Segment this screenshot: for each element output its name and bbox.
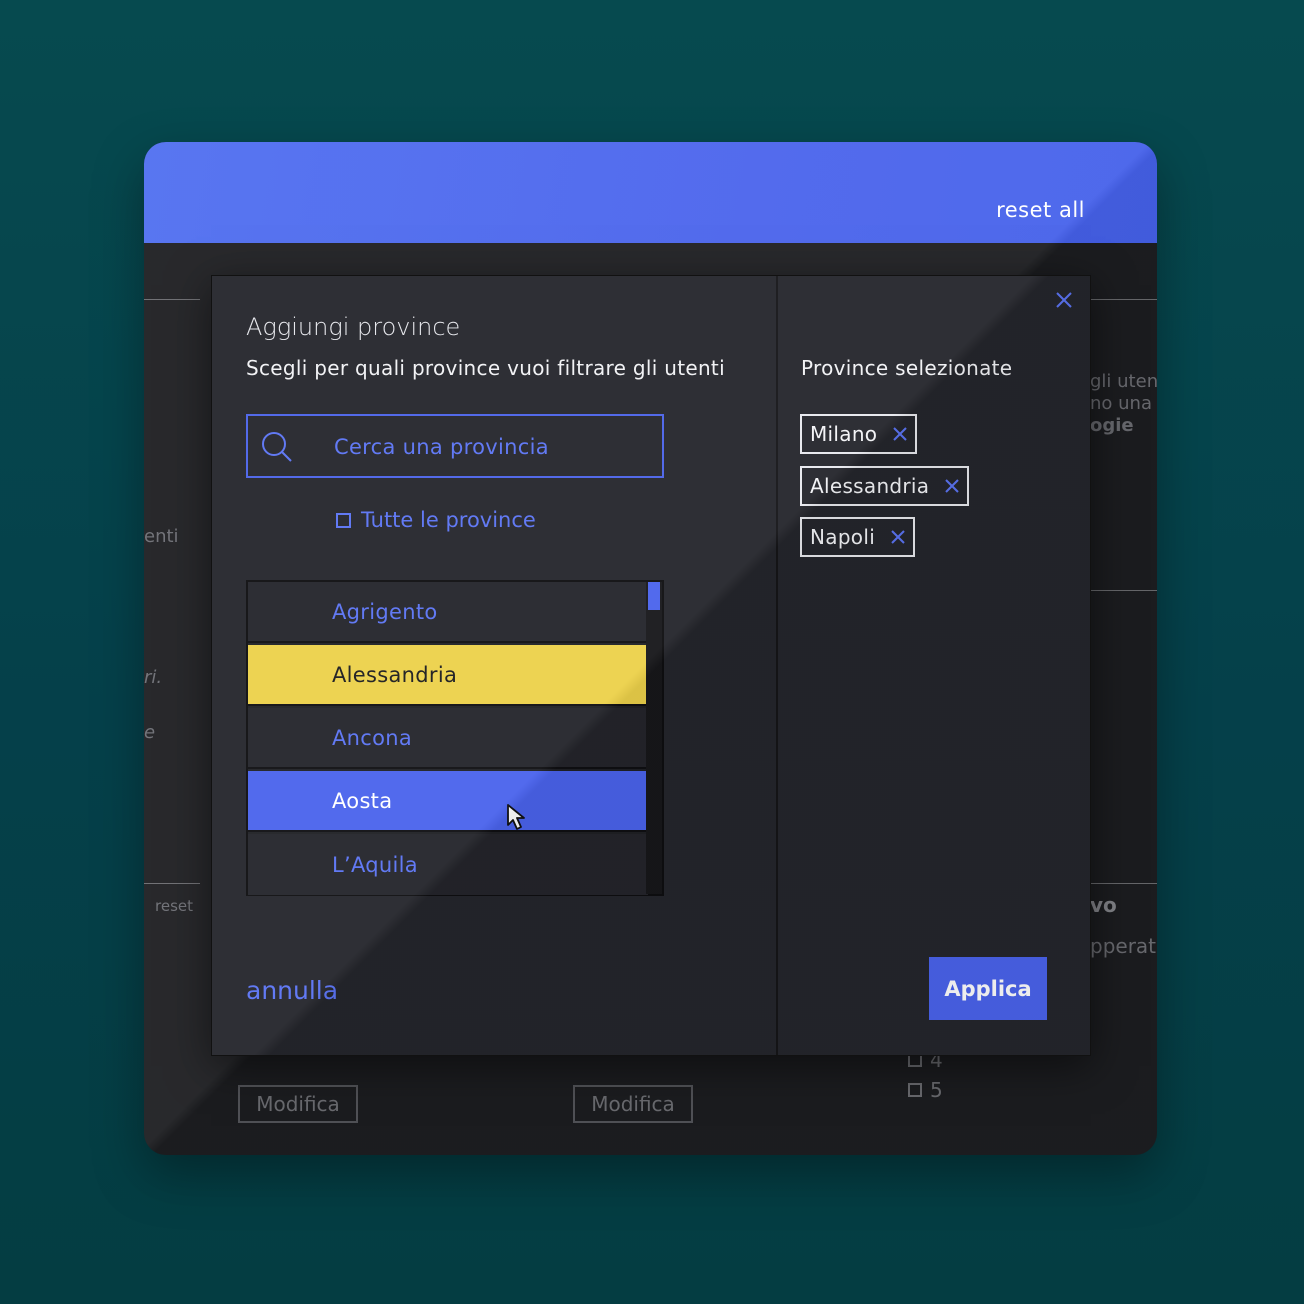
dialog-subtitle: Scegli per quali province vuoi filtrare … [246, 356, 725, 380]
close-icon[interactable] [945, 479, 960, 493]
list-item-aosta[interactable]: Aosta [248, 771, 648, 832]
add-provinces-dialog: Aggiungi province Scegli per quali provi… [211, 275, 1091, 1056]
bg-text: enti [144, 526, 179, 547]
search-input[interactable] [332, 416, 656, 478]
panel-divider [776, 276, 778, 1055]
chip-label: Alessandria [810, 474, 930, 498]
divider [1090, 883, 1157, 884]
bg-reset-link[interactable]: reset [155, 897, 193, 915]
chip-label: Milano [810, 422, 878, 446]
bg-text: gli uten [1090, 371, 1157, 392]
dialog-title: Aggiungi province [246, 313, 461, 341]
selected-provinces-title: Province selezionate [801, 356, 1013, 380]
close-icon[interactable] [893, 427, 908, 441]
divider [144, 299, 200, 300]
checkbox-icon [908, 1083, 922, 1097]
divider [1090, 590, 1157, 591]
all-provinces-checkbox[interactable]: Tutte le province [336, 508, 536, 532]
chip-label: Napoli [810, 525, 876, 549]
list-item-alessandria[interactable]: Alessandria [248, 645, 648, 706]
bg-text: pperat [1090, 934, 1157, 958]
province-list[interactable]: Agrigento Alessandria Ancona Aosta L’Aqu… [246, 580, 664, 896]
search-icon [262, 432, 292, 462]
list-item-ancona[interactable]: Ancona [248, 708, 648, 769]
modifica-button[interactable]: Modifica [573, 1085, 693, 1123]
mouse-cursor-icon [507, 804, 525, 830]
bg-text: ogie [1090, 415, 1134, 436]
rating-option-5[interactable]: 5 [908, 1078, 943, 1102]
list-scrollbar[interactable] [646, 582, 662, 894]
apply-button[interactable]: Applica [929, 957, 1047, 1020]
selected-chip-napoli: Napoli [800, 517, 916, 557]
list-item-laquila[interactable]: L’Aquila [248, 834, 648, 895]
bg-text: e [144, 722, 156, 743]
checkbox-icon [336, 512, 351, 528]
cancel-button[interactable]: annulla [246, 976, 338, 1005]
bg-heading: vo [1090, 893, 1117, 917]
divider [1090, 299, 1157, 300]
selected-chip-milano: Milano [800, 414, 918, 454]
rating-label: 5 [930, 1078, 943, 1102]
scrollbar-thumb[interactable] [648, 582, 660, 610]
divider [144, 883, 200, 884]
all-provinces-label: Tutte le province [361, 508, 536, 532]
top-bar: reset all [144, 142, 1157, 243]
reset-all-link[interactable]: reset all [996, 198, 1085, 222]
close-icon[interactable] [891, 530, 905, 544]
modifica-button[interactable]: Modifica [238, 1085, 358, 1123]
bg-text: ri. [144, 667, 163, 688]
selected-chip-alessandria: Alessandria [800, 466, 970, 506]
close-icon[interactable] [1054, 290, 1074, 310]
bg-text: no una [1090, 393, 1152, 414]
search-field[interactable] [246, 414, 664, 478]
list-item-agrigento[interactable]: Agrigento [248, 582, 648, 643]
